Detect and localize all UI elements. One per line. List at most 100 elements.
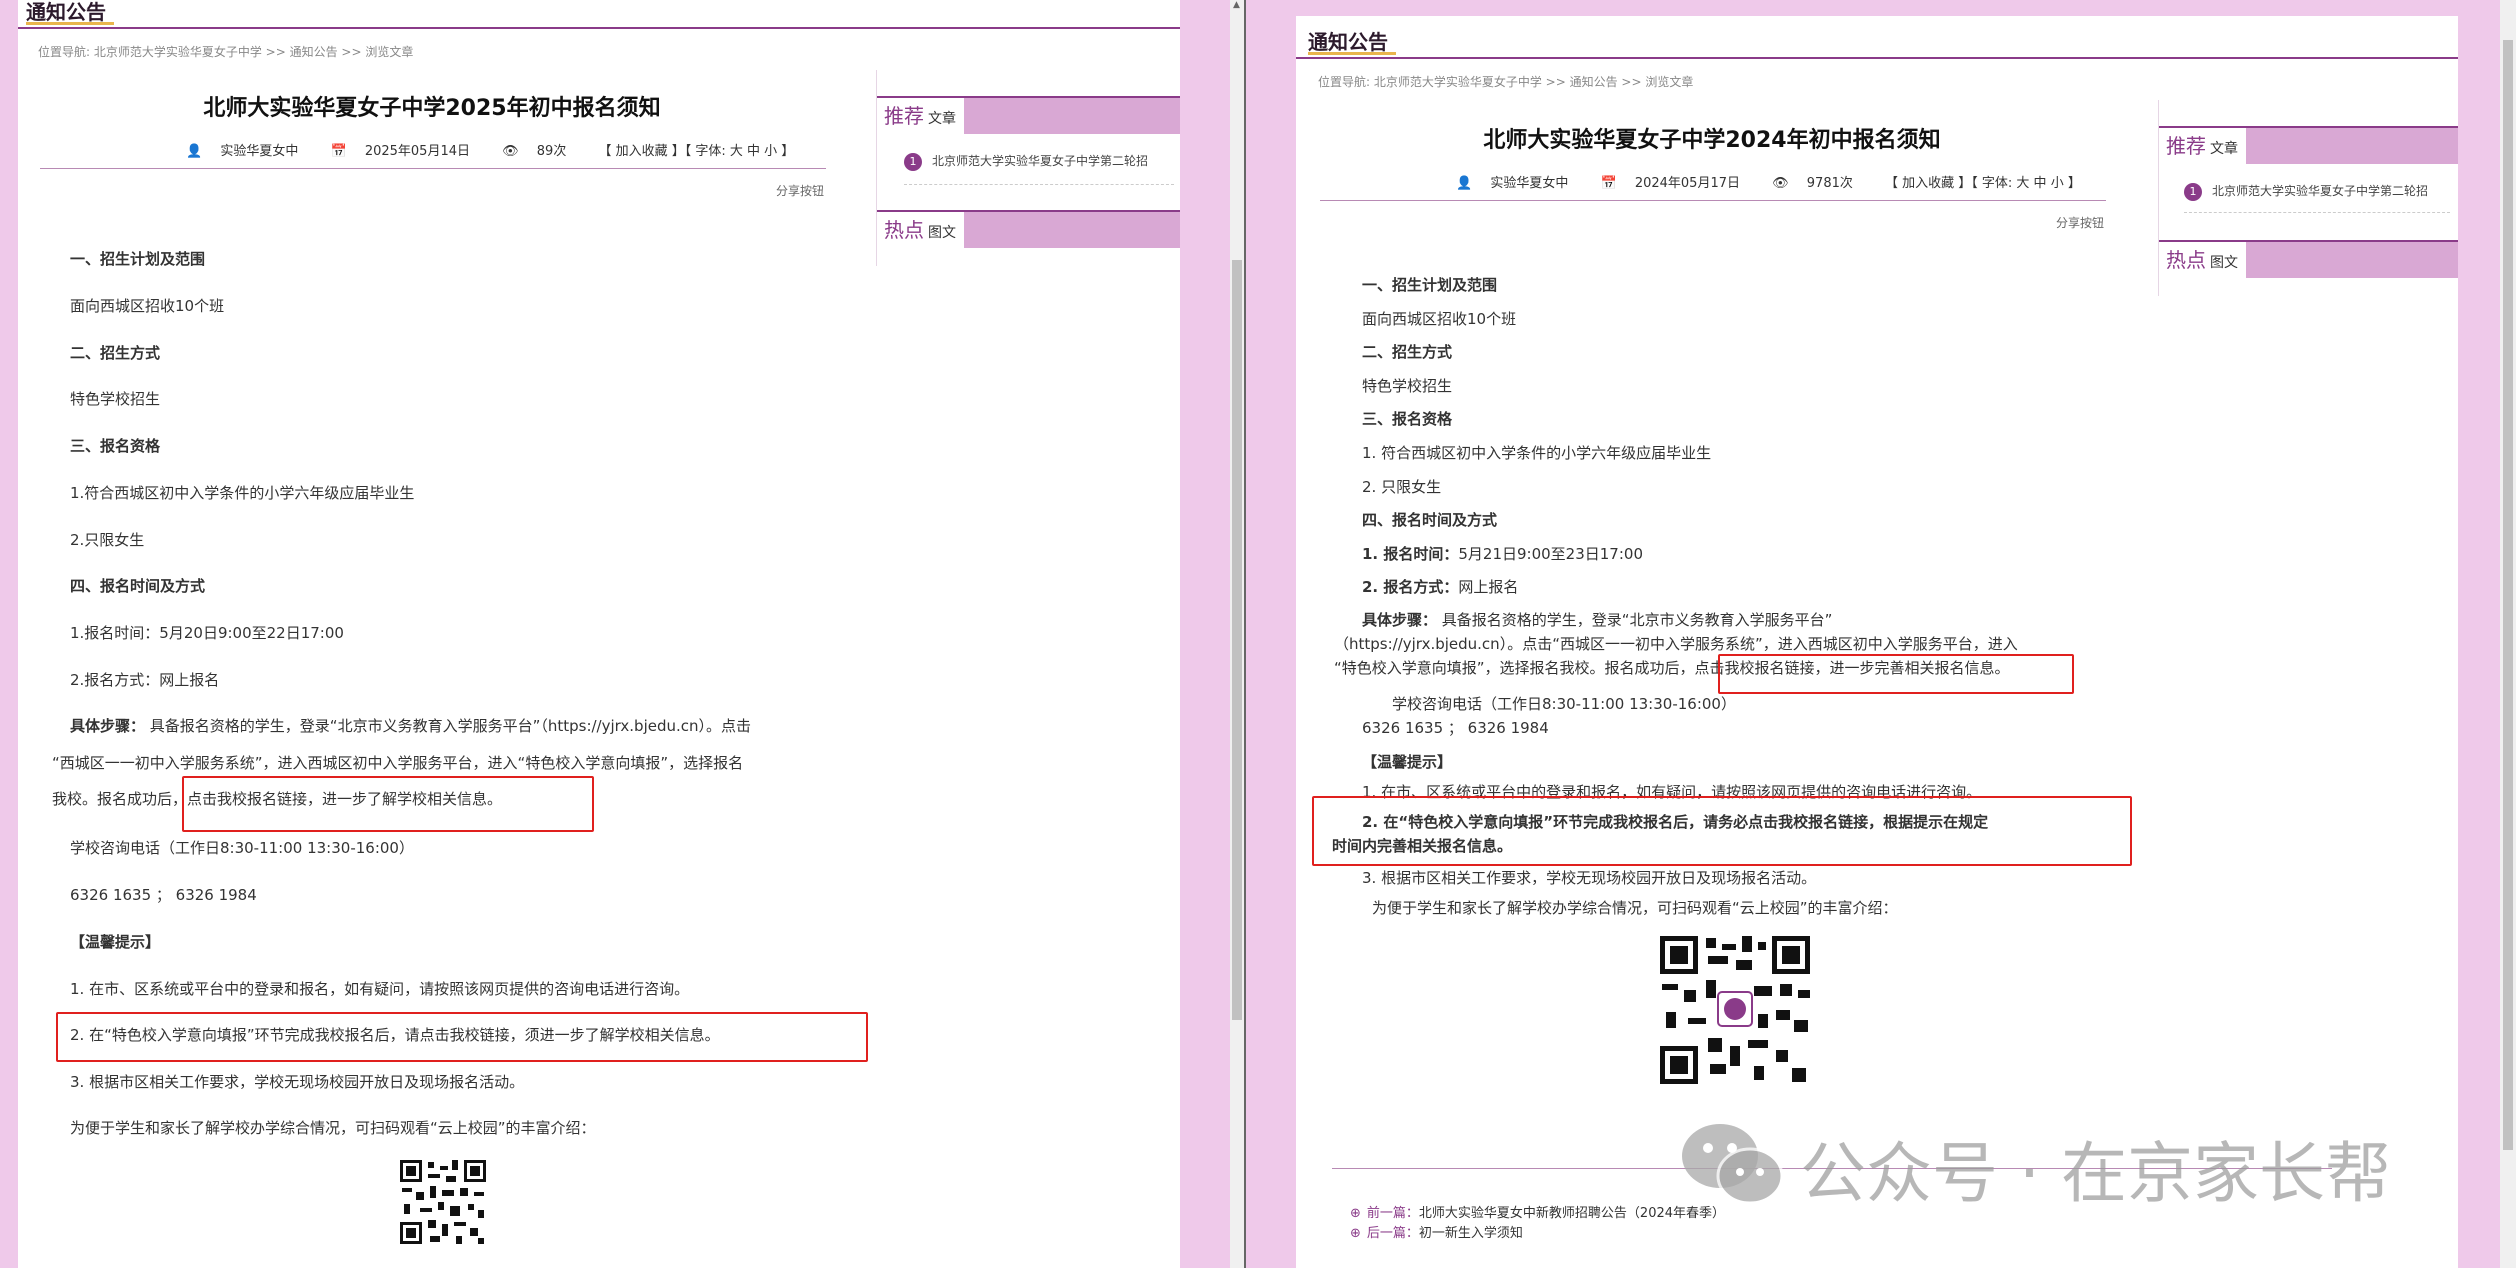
heading-1: 一、招生计划及范围 — [1362, 276, 1498, 294]
highlight-box — [1718, 654, 2074, 694]
calendar-icon: 📅 — [330, 144, 347, 159]
tips-title: 【温馨提示】 — [1362, 753, 1453, 771]
breadcrumb: 位置导航: 北京师范大学实验华夏女子中学 >> 通知公告 >> 浏览文章 — [1318, 75, 1694, 89]
tips-title: 【温馨提示】 — [70, 933, 161, 951]
intro-text: 为便于学生和家长了解学校办学综合情况，可扫码观看“云上校园”的丰富介绍： — [70, 1119, 596, 1137]
section-title: 通知公告 — [1308, 30, 1388, 54]
method-label: 2. 报名方式： — [1362, 578, 1459, 596]
heading-3: 三、报名资格 — [70, 437, 161, 455]
item-number: 1 — [2184, 182, 2202, 201]
paragraph: 2.只限女生 — [70, 531, 145, 549]
paragraph: 特色学校招生 — [70, 390, 161, 408]
recommend-item[interactable]: 1 北京师范大学实验华夏女子中学第二轮招 — [904, 152, 1148, 171]
tip-3: 3. 根据市区相关工作要求，学校无现场校园开放日及现场报名活动。 — [70, 1073, 525, 1091]
qr-code — [398, 1158, 488, 1246]
steps-label: 具体步骤： — [70, 717, 146, 735]
heading-4: 四、报名时间及方式 — [70, 577, 206, 595]
next-link[interactable]: 初一新生入学须知 — [1419, 1226, 1523, 1241]
time-value: 5月21日9:00至23日17:00 — [1458, 545, 1643, 563]
hot-title: 热点 — [884, 218, 924, 242]
hot-header: 热点 图文 — [876, 206, 1180, 248]
recommend-item-link[interactable]: 北京师范大学实验华夏女子中学第二轮招 — [2212, 184, 2428, 198]
recommend-sub: 文章 — [928, 111, 956, 127]
hot-sub: 图文 — [928, 225, 956, 241]
steps-line-1: 具体步骤： 具备报名资格的学生，登录“北京市义务教育入学服务平台”（https:… — [70, 715, 751, 736]
paragraph: 面向西城区招收10个班 — [70, 297, 225, 315]
wechat-icon — [1682, 1124, 1784, 1205]
sidebar-left-border — [2158, 100, 2159, 296]
steps-text-3a: 我校。报名成功后， — [52, 790, 188, 808]
meta-date: 2024年05月17日 — [1634, 176, 1740, 191]
user-icon: 👤 — [1456, 176, 1473, 191]
scrollbar-thumb[interactable] — [1232, 260, 1242, 1020]
eye-icon: 👁 — [502, 144, 519, 159]
breadcrumb: 位置导航: 北京师范大学实验华夏女子中学 >> 通知公告 >> 浏览文章 — [38, 45, 414, 59]
prev-icon: ⊕ — [1350, 1206, 1361, 1221]
next-icon: ⊕ — [1350, 1226, 1361, 1241]
recommend-header: 推荐 文章 — [2158, 122, 2458, 164]
next-label: 后一篇： — [1366, 1226, 1419, 1241]
section-accent — [1308, 52, 1396, 55]
paragraph: 2. 只限女生 — [1362, 478, 1442, 496]
steps-text-1: 具备报名资格的学生，登录“北京市义务教育入学服务平台” — [1441, 611, 1833, 629]
highlight-box — [1312, 796, 2132, 866]
meta-author: 实验华夏女中 — [220, 144, 299, 159]
steps-line-2: “西城区一一初中入学服务系统”，进入西城区初中入学服务平台，进入“特色校入学意向… — [52, 754, 744, 772]
recommend-title: 推荐 — [2166, 134, 2206, 158]
hot-header: 热点 图文 — [2158, 236, 2458, 278]
paragraph: 1.符合西城区初中入学条件的小学六年级应届毕业生 — [70, 484, 415, 502]
watermark: 公众号 · 在京家长帮 — [1680, 1110, 2440, 1220]
eye-icon: 👁 — [1772, 176, 1789, 191]
highlight-box — [182, 776, 594, 832]
paragraph: 1.报名时间：5月20日9:00至22日17:00 — [70, 624, 344, 642]
title-divider — [40, 168, 826, 169]
next-article[interactable]: ⊕ 后一篇：初一新生入学须知 — [1350, 1222, 1523, 1241]
steps-text-1: 具备报名资格的学生，登录“北京市义务教育入学服务平台”（https://yjrx… — [149, 717, 752, 735]
divider — [904, 184, 1174, 185]
article-meta: 👤 实验华夏女中 📅 2024年05月17日 👁 9781次 【 加入收藏 】【… — [1456, 172, 2095, 191]
prev-article[interactable]: ⊕ 前一篇：北师大实验华夏女中新教师招聘公告（2024年春季） — [1350, 1202, 1725, 1221]
calendar-icon: 📅 — [1600, 176, 1617, 191]
section-accent — [26, 22, 114, 25]
meta-actions[interactable]: 【 加入收藏 】【 字体: 大 中 小 】 — [598, 144, 794, 159]
meta-views: 89次 — [536, 144, 567, 159]
heading-2: 二、招生方式 — [70, 344, 161, 362]
recommend-item-link[interactable]: 北京师范大学实验华夏女子中学第二轮招 — [932, 154, 1148, 168]
method-value: 网上报名 — [1458, 578, 1519, 596]
steps-label: 具体步骤： — [1362, 611, 1438, 629]
article-meta: 👤 实验华夏女中 📅 2025年05月14日 👁 89次 【 加入收藏 】【 字… — [186, 140, 808, 159]
heading-1: 一、招生计划及范围 — [70, 250, 206, 268]
watermark-text: 公众号 · 在京家长帮 — [1800, 1135, 2391, 1212]
meta-actions[interactable]: 【 加入收藏 】【 字体: 大 中 小 】 — [1885, 176, 2081, 191]
highlight-box — [56, 1012, 868, 1062]
item-number: 1 — [904, 152, 922, 171]
recommend-sub: 文章 — [2210, 141, 2238, 157]
time-line: 1. 报名时间：5月21日9:00至23日17:00 — [1362, 543, 1643, 564]
meta-views: 9781次 — [1806, 176, 1853, 191]
share-button[interactable]: 分享按钮 — [776, 182, 824, 199]
prev-label: 前一篇： — [1366, 1206, 1419, 1221]
scroll-up-icon[interactable]: ▲ — [1233, 0, 1240, 10]
sidebar-left-border — [876, 70, 877, 266]
article-title: 北师大实验华夏女子中学2024年初中报名须知 — [1483, 128, 1941, 153]
steps-line-2: （https://yjrx.bjedu.cn）。点击“西城区一一初中入学服务系统… — [1334, 635, 2018, 653]
section-underline — [1296, 57, 2458, 59]
method-line: 2. 报名方式：网上报名 — [1362, 576, 1518, 597]
heading-3: 三、报名资格 — [1362, 410, 1453, 428]
heading-4: 四、报名时间及方式 — [1362, 511, 1498, 529]
recommend-title: 推荐 — [884, 104, 924, 128]
intro-text: 为便于学生和家长了解学校办学综合情况，可扫码观看“云上校园”的丰富介绍： — [1372, 899, 1898, 917]
share-button[interactable]: 分享按钮 — [2056, 214, 2104, 231]
paragraph: 特色学校招生 — [1362, 377, 1453, 395]
meta-author: 实验华夏女中 — [1490, 176, 1569, 191]
scrollbar-thumb[interactable] — [2503, 40, 2513, 1150]
steps-text-3a: “特色校入学意向填报”，选择报名我校。报名成功后， — [1334, 659, 1695, 677]
title-divider — [1320, 200, 2106, 201]
phone-label: 学校咨询电话（工作日8:30-11:00 13:30-16:00） — [70, 839, 414, 857]
tip-3: 3. 根据市区相关工作要求，学校无现场校园开放日及现场报名活动。 — [1362, 869, 1817, 887]
paragraph: 2.报名方式：网上报名 — [70, 671, 220, 689]
time-label: 1. 报名时间： — [1362, 545, 1459, 563]
paragraph: 1. 符合西城区初中入学条件的小学六年级应届毕业生 — [1362, 444, 1712, 462]
qr-code — [1658, 934, 1812, 1086]
recommend-item[interactable]: 1 北京师范大学实验华夏女子中学第二轮招 — [2184, 182, 2428, 201]
